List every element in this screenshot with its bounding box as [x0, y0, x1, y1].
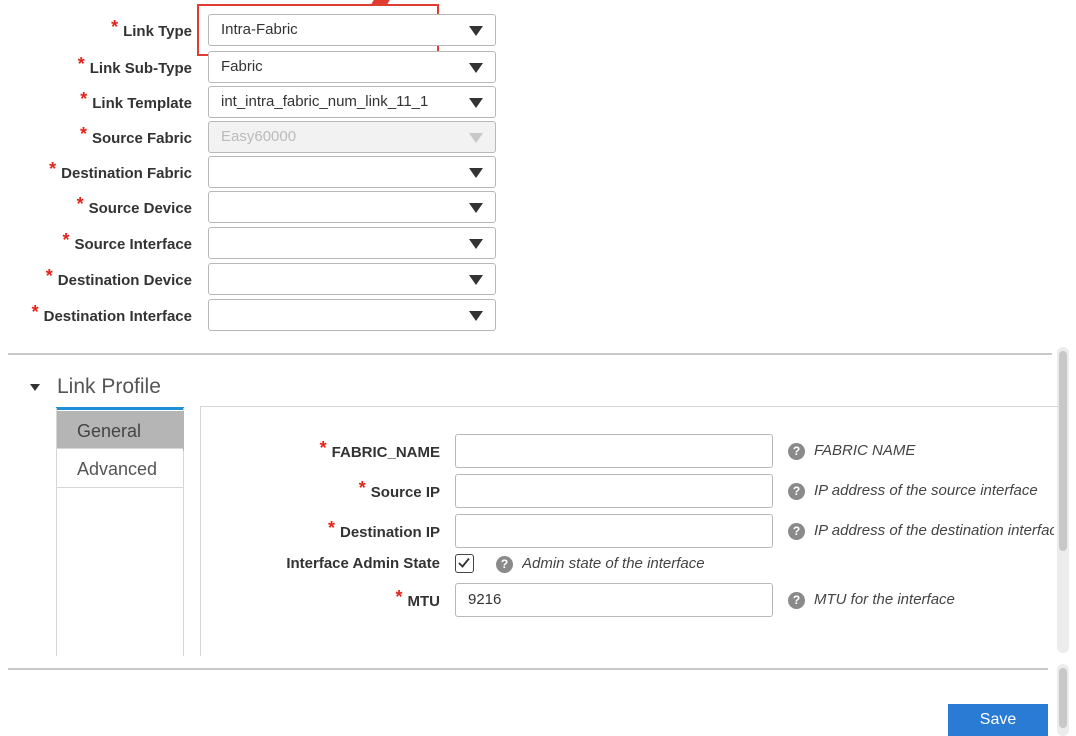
- fabric-name-help: FABRIC NAME: [814, 442, 916, 459]
- page-scrollbar-thumb[interactable]: [1059, 668, 1067, 728]
- caret-down-icon: [469, 239, 483, 249]
- caret-down-icon: [469, 133, 483, 143]
- mtu-help: MTU for the interface: [814, 591, 955, 608]
- source-ip-input[interactable]: [455, 474, 773, 508]
- tab-advanced[interactable]: Advanced: [57, 448, 183, 488]
- link-template-label: Link Template: [92, 95, 192, 112]
- link-type-select[interactable]: Intra-Fabric: [208, 14, 496, 46]
- mtu-input[interactable]: 9216: [455, 583, 773, 617]
- required-marker: *: [80, 89, 88, 109]
- row-source-interface: * Source Interface: [0, 227, 520, 259]
- source-device-label: Source Device: [88, 200, 192, 217]
- row-interface-admin-state: Interface Admin State ? Admin state of t…: [200, 547, 1060, 581]
- checkmark-icon: [458, 557, 470, 568]
- source-interface-select[interactable]: [208, 227, 496, 259]
- required-marker: *: [77, 54, 85, 74]
- required-marker: *: [319, 438, 327, 458]
- fabric-name-input[interactable]: [455, 434, 773, 468]
- tab-general[interactable]: General: [57, 411, 184, 451]
- link-sub-type-select[interactable]: Fabric: [208, 51, 496, 83]
- row-destination-device: * Destination Device: [0, 263, 520, 295]
- question-circle-icon[interactable]: ?: [788, 592, 805, 609]
- row-destination-interface: * Destination Interface: [0, 299, 520, 331]
- fabric-name-label: FABRIC_NAME: [331, 444, 440, 461]
- caret-down-icon: [469, 203, 483, 213]
- profile-scrollbar-thumb[interactable]: [1059, 351, 1067, 551]
- section-divider-bottom: [8, 668, 1048, 670]
- destination-ip-help: IP address of the destination interface: [814, 522, 1054, 539]
- required-marker: *: [327, 518, 335, 538]
- row-source-ip: * Source IP ? IP address of the source in…: [200, 474, 1060, 508]
- caret-down-icon: [469, 26, 483, 36]
- required-marker: *: [79, 124, 87, 144]
- section-title: Link Profile: [57, 375, 161, 398]
- link-template-select[interactable]: int_intra_fabric_num_link_11_1: [208, 86, 496, 118]
- row-link-template: * Link Template int_intra_fabric_num_link…: [0, 86, 520, 118]
- row-source-fabric: * Source Fabric Easy60000: [0, 121, 520, 153]
- required-marker: *: [358, 478, 366, 498]
- row-link-sub-type: * Link Sub-Type Fabric: [0, 51, 520, 83]
- source-ip-help: IP address of the source interface: [814, 482, 1038, 499]
- tab-column: General: [56, 408, 184, 656]
- link-type-label: Link Type: [123, 23, 192, 40]
- interface-admin-state-help: Admin state of the interface: [522, 555, 705, 572]
- source-device-select[interactable]: [208, 191, 496, 223]
- link-profile-header[interactable]: Link Profile: [30, 372, 161, 402]
- destination-device-label: Destination Device: [57, 272, 192, 289]
- destination-ip-label: Destination IP: [339, 524, 440, 541]
- row-fabric-name: * FABRIC_NAME ? FABRIC NAME: [200, 434, 1060, 468]
- row-destination-ip: * Destination IP ? IP address of the dest…: [200, 514, 1060, 548]
- link-sub-type-label: Link Sub-Type: [89, 60, 192, 77]
- source-interface-label: Source Interface: [74, 236, 192, 253]
- required-marker: *: [62, 230, 70, 250]
- required-marker: *: [395, 587, 403, 607]
- required-marker: *: [111, 17, 119, 37]
- destination-device-select[interactable]: [208, 263, 496, 295]
- source-fabric-label: Source Fabric: [91, 130, 192, 147]
- source-fabric-select: Easy60000: [208, 121, 496, 153]
- destination-fabric-label: Destination Fabric: [61, 165, 192, 182]
- question-circle-icon[interactable]: ?: [788, 523, 805, 540]
- caret-down-icon: [469, 311, 483, 321]
- required-marker: *: [31, 302, 39, 322]
- row-destination-fabric: * Destination Fabric: [0, 156, 520, 188]
- destination-interface-label: Destination Interface: [43, 308, 192, 325]
- question-circle-icon[interactable]: ?: [788, 443, 805, 460]
- caret-down-icon: [469, 275, 483, 285]
- caret-down-icon: [469, 168, 483, 178]
- triangle-down-icon[interactable]: [30, 383, 40, 391]
- row-link-type: * Link Type Intra-Fabric: [0, 14, 520, 46]
- save-button[interactable]: Save: [948, 704, 1048, 736]
- row-mtu: * MTU 9216 ? MTU for the interface: [200, 583, 1060, 617]
- caret-down-icon: [469, 98, 483, 108]
- question-circle-icon[interactable]: ?: [496, 556, 513, 573]
- required-marker: *: [49, 159, 57, 179]
- mtu-label: MTU: [407, 593, 441, 610]
- interface-admin-state-label: Interface Admin State: [286, 555, 440, 572]
- caret-down-icon: [469, 63, 483, 73]
- required-marker: *: [76, 194, 84, 214]
- destination-ip-input[interactable]: [455, 514, 773, 548]
- interface-admin-state-checkbox[interactable]: [455, 554, 474, 573]
- destination-interface-select[interactable]: [208, 299, 496, 331]
- destination-fabric-select[interactable]: [208, 156, 496, 188]
- source-ip-label: Source IP: [370, 484, 440, 501]
- row-source-device: * Source Device: [0, 191, 520, 223]
- page-scrollbar[interactable]: [1057, 664, 1069, 736]
- section-divider-top: [8, 353, 1052, 355]
- required-marker: *: [45, 266, 53, 286]
- question-circle-icon[interactable]: ?: [788, 483, 805, 500]
